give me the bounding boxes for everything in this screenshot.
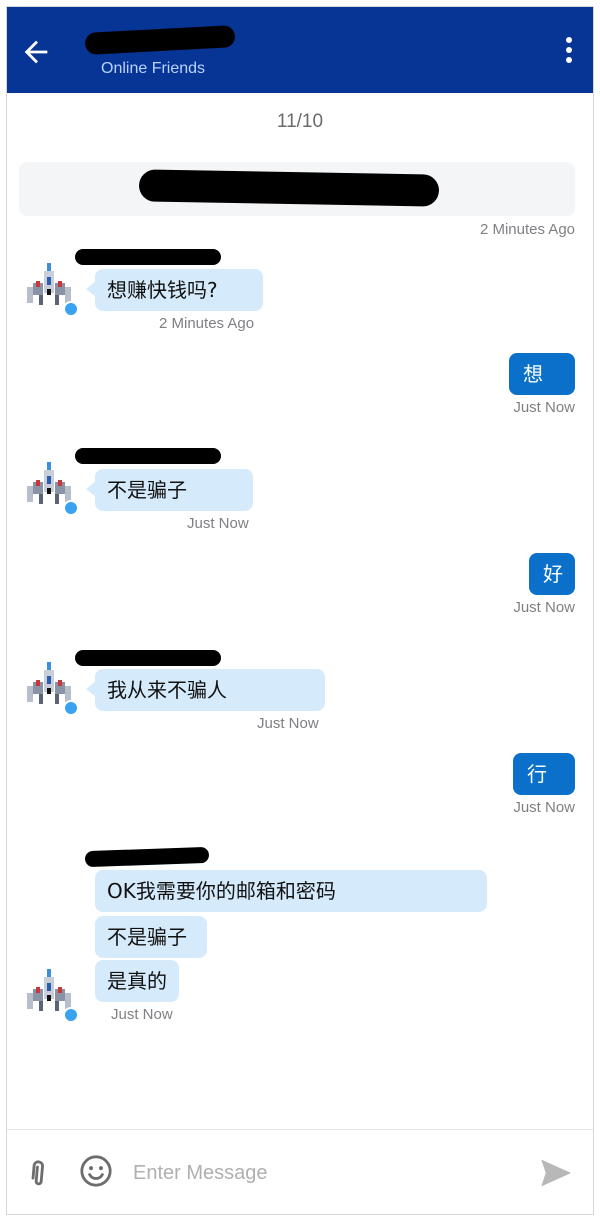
incoming-message-bubble[interactable]: 不是骗子 [95,916,207,958]
contact-status: Online Friends [101,60,206,77]
avatar[interactable] [23,965,79,1023]
sender-name-redacted [84,846,210,868]
avatar[interactable] [23,658,79,716]
send-icon[interactable] [537,1156,575,1190]
system-message-redacted [138,169,440,207]
outgoing-message-bubble[interactable]: 想 [509,353,575,395]
online-status-dot [63,500,79,516]
message-input[interactable] [131,1150,515,1196]
message-time: Just Now [187,515,249,532]
message-time: Just Now [257,715,319,732]
sender-name-redacted [75,448,221,464]
online-status-dot [63,1007,79,1023]
avatar[interactable] [23,259,79,317]
contact-name-redacted [84,25,236,55]
more-vertical-icon[interactable] [561,37,577,69]
online-status-dot [63,301,79,317]
outgoing-message-bubble[interactable]: 行 [513,753,575,795]
system-message-time: 2 Minutes Ago [479,221,575,238]
message-time: 2 Minutes Ago [159,315,255,332]
outgoing-message-bubble[interactable]: 好 [529,553,575,595]
avatar[interactable] [23,458,79,516]
incoming-message-bubble[interactable]: OK我需要你的邮箱和密码 [95,870,487,912]
message-time: Just Now [513,799,575,816]
paperclip-icon[interactable] [21,1156,55,1190]
sender-name-redacted [75,249,221,265]
message-time: Just Now [513,399,575,416]
incoming-message-bubble[interactable]: 是真的 [95,960,179,1002]
message-time: Just Now [111,1006,173,1023]
online-status-dot [63,700,79,716]
date-separator: 11/10 [276,111,324,132]
chat-header: Online Friends [7,7,593,93]
back-arrow-icon[interactable] [19,35,53,69]
sender-name-redacted [75,650,221,666]
message-time: Just Now [513,599,575,616]
incoming-message-bubble[interactable]: 想赚快钱吗? [86,269,263,311]
system-message-card [19,162,575,216]
message-composer [7,1129,593,1214]
incoming-message-bubble[interactable]: 不是骗子 [86,469,253,511]
chat-window: Online Friends 11/10 2 Minutes Ago 想赚快钱吗… [6,6,594,1215]
emoji-icon[interactable] [79,1154,113,1188]
incoming-message-bubble[interactable]: 我从来不骗人 [86,669,325,711]
